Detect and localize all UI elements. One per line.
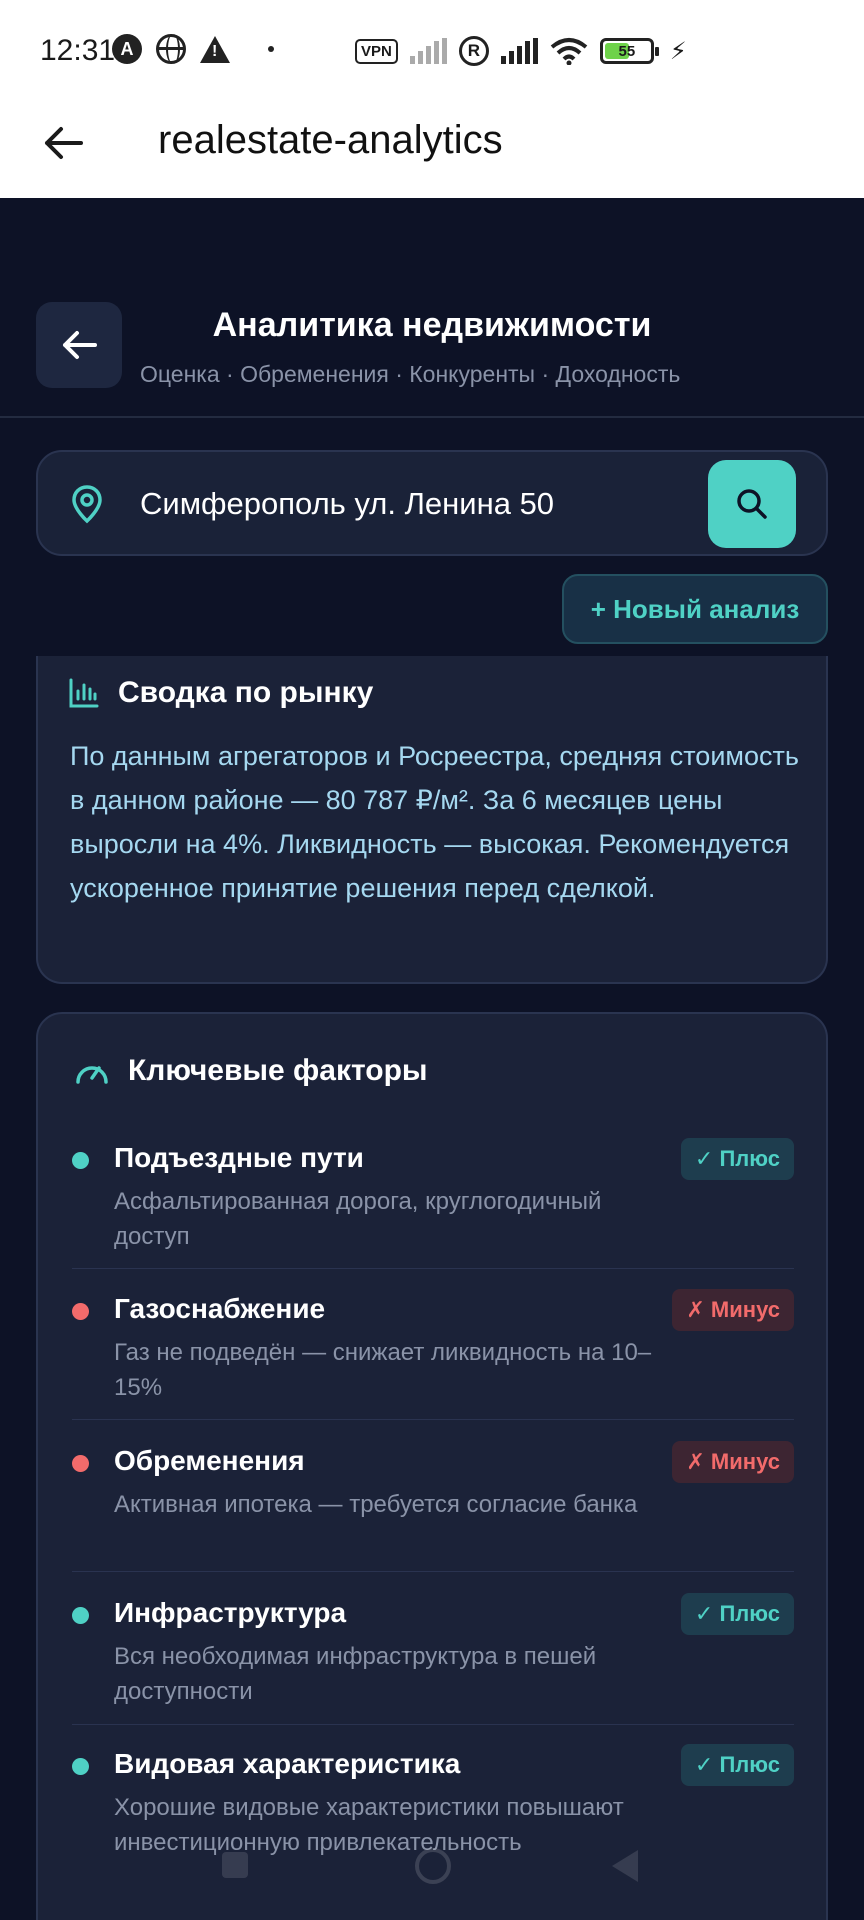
factor-title: Видовая характеристика: [114, 1748, 461, 1779]
status-dot: [72, 1303, 89, 1320]
status-dot: [72, 1758, 89, 1775]
factor-title: Инфраструктура: [114, 1597, 347, 1628]
wifi-icon: [550, 37, 588, 65]
gauge-icon: [76, 1066, 108, 1084]
arrow-left-icon[interactable]: [38, 118, 88, 168]
page-subtitle: Оценка · Обременения · Конкуренты · Дохо…: [140, 361, 681, 387]
dot-icon: [268, 46, 274, 52]
search-button[interactable]: [708, 460, 796, 548]
battery-level: 55: [618, 42, 636, 60]
page-title-text: Аналитика недвижимости: [212, 306, 652, 344]
app-bar: realestate-analytics: [0, 100, 864, 198]
factor-title: Газоснабжение: [114, 1293, 326, 1324]
status-badge: ✓ Плюс: [680, 1593, 794, 1635]
factors-header: Ключевые факторы: [74, 1054, 428, 1088]
r-icon: R: [458, 36, 489, 66]
key-factors-card: Ключевые факторы Подъездные пути Асфальт…: [36, 1012, 828, 1920]
battery-icon: 55: [599, 38, 659, 64]
status-dot: [72, 1455, 89, 1472]
status-badge: ✗ Минус: [672, 1289, 794, 1331]
back-icon[interactable]: [612, 1850, 638, 1882]
factor-divider: [72, 1268, 794, 1269]
factor-description: Газ не подведён — снижает ликвидность на…: [114, 1339, 652, 1401]
new-analysis-button[interactable]: + Новый анализ: [562, 574, 828, 644]
status-dot: [72, 1152, 89, 1169]
status-dot: [72, 1607, 89, 1624]
summary-text: По данным агрегаторов и Росреестра, сред…: [70, 741, 799, 903]
factor-title: Подъездные пути: [114, 1142, 364, 1173]
globe-icon: [156, 34, 186, 64]
factor-divider: [72, 1571, 794, 1572]
status-badge: ✓ Плюс: [680, 1138, 794, 1180]
status-left-icons: A !: [112, 34, 274, 64]
factor-divider: [72, 1419, 794, 1420]
summary-header: Сводка по рынку: [68, 676, 373, 710]
address-search: Симферополь ул. Ленина 50: [36, 450, 828, 556]
status-time: 12:31: [40, 34, 116, 67]
page-title: Аналитика недвижимости: [0, 306, 864, 345]
summary-title: Сводка по рынку: [118, 676, 374, 709]
status-right-icons: VPN R 55 ⚡: [355, 36, 687, 66]
home-icon[interactable]: [415, 1848, 451, 1884]
vpn-icon: VPN: [355, 38, 398, 64]
location-pin-icon: [72, 485, 102, 524]
status-bar: 12:31 A ! VPN R 55 ⚡: [0, 0, 864, 100]
factor-description: Асфальтированная дорога, круглогодичный …: [114, 1188, 602, 1250]
factor-divider: [72, 1724, 794, 1725]
factors-title: Ключевые факторы: [128, 1054, 428, 1087]
factor-description: Активная ипотека — требуется согласие ба…: [114, 1491, 638, 1518]
signal-icon: [409, 38, 447, 64]
system-nav-bar: [0, 1838, 864, 1898]
factor-title: Обременения: [114, 1445, 305, 1476]
warning-icon: !: [200, 35, 230, 63]
bar-chart-icon: [69, 678, 99, 708]
recents-icon[interactable]: [222, 1852, 248, 1878]
charging-icon: ⚡: [669, 37, 687, 65]
status-badge: ✗ Минус: [672, 1441, 794, 1483]
status-badge: ✓ Плюс: [680, 1744, 794, 1786]
search-input[interactable]: Симферополь ул. Ленина 50: [140, 486, 554, 522]
signal-icon: [500, 38, 538, 64]
page-content: Аналитика недвижимости Оценка · Обремене…: [0, 198, 864, 1920]
a-icon: A: [112, 34, 142, 64]
search-icon: [737, 489, 767, 519]
factor-description: Вся необходимая инфраструктура в пешей д…: [114, 1643, 597, 1705]
market-summary-card: Сводка по рынку По данным агрегаторов и …: [36, 656, 828, 984]
app-bar-title: realestate-analytics: [158, 118, 503, 162]
header-divider: [0, 416, 864, 418]
